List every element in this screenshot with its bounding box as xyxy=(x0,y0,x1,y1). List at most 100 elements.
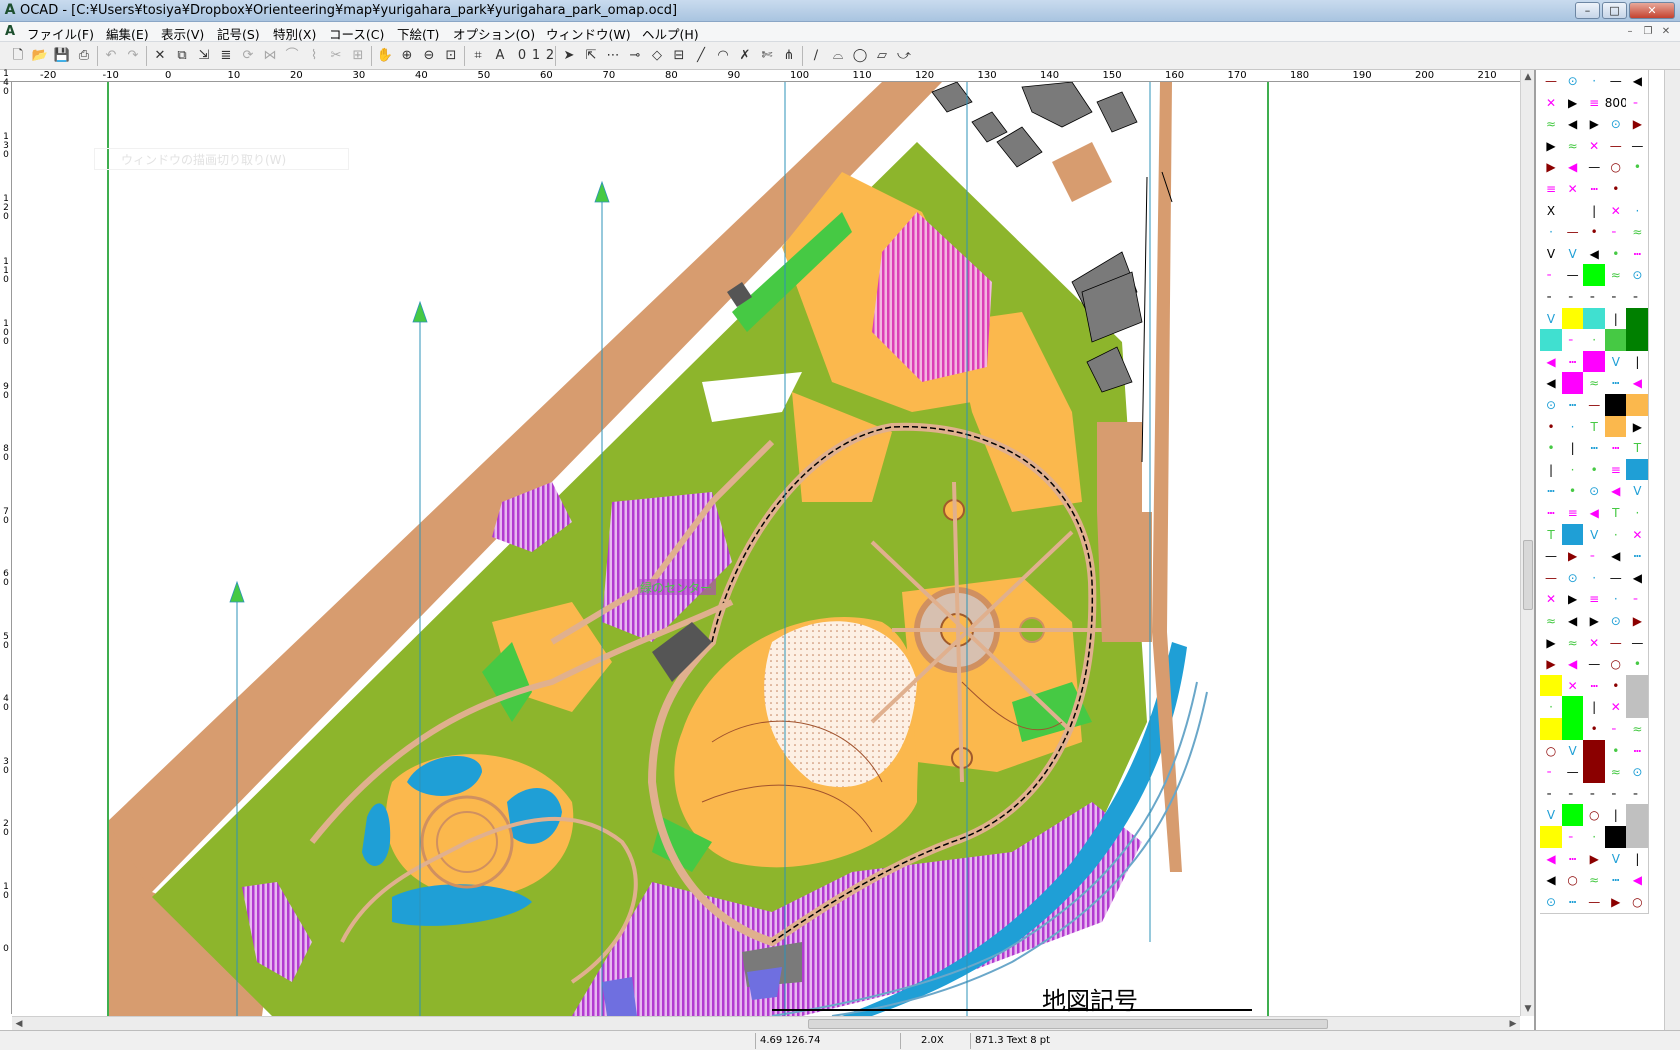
doc-restore-button[interactable]: ❐ xyxy=(1640,25,1656,39)
horizontal-scroll-thumb[interactable] xyxy=(808,1019,1328,1029)
symbol-button[interactable]: · xyxy=(1583,70,1607,93)
scroll-right-icon[interactable]: ▶ xyxy=(1506,1017,1520,1031)
symbol-button[interactable]: ▶ xyxy=(1583,610,1607,633)
symbol-button[interactable]: | xyxy=(1626,350,1650,374)
duplicate-icon[interactable]: ⧉ xyxy=(172,46,192,66)
symbol-button[interactable]: V xyxy=(1604,350,1628,374)
symbol-button[interactable]: ◀ xyxy=(1583,242,1607,266)
symbol-button[interactable]: · xyxy=(1583,329,1607,353)
symbol-button[interactable]: ≈ xyxy=(1583,372,1607,396)
symbol-button[interactable]: — xyxy=(1540,545,1563,569)
map-canvas[interactable]: 緑のセンター ウィンドウの描画切り取り(W) 地図記号 xyxy=(12,82,1520,1016)
symbol-button[interactable]: ✕ xyxy=(1583,134,1607,158)
symbol-button[interactable] xyxy=(1583,307,1607,331)
symbol-button[interactable]: ✕ xyxy=(1561,178,1585,201)
symbol-button[interactable]: ┅ xyxy=(1583,437,1607,461)
vertical-scrollbar[interactable]: ▲ ▼ xyxy=(1520,70,1534,1016)
symbol-button[interactable]: — xyxy=(1583,890,1607,914)
symbol-button[interactable]: ╴ xyxy=(1604,286,1628,309)
symbol-button[interactable] xyxy=(1626,804,1650,828)
symbol-button[interactable]: · xyxy=(1583,566,1607,590)
symbol-button[interactable]: ╴ xyxy=(1583,782,1607,806)
symbol-button[interactable]: ▶ xyxy=(1604,890,1628,914)
symbol-button[interactable]: · xyxy=(1604,523,1628,547)
symbol-button[interactable]: • xyxy=(1540,437,1563,461)
symbol-button[interactable] xyxy=(1626,329,1650,353)
symbol-button[interactable]: — xyxy=(1604,134,1628,158)
symbol-button[interactable]: ⊙ xyxy=(1540,394,1563,417)
reshape-icon[interactable]: ⌇ xyxy=(304,46,324,66)
minimize-button[interactable]: – xyxy=(1575,2,1600,19)
split-icon[interactable]: ⋔ xyxy=(779,46,799,66)
horizontal-scrollbar[interactable]: ◀ ▶ xyxy=(12,1016,1520,1030)
symbol-button[interactable]: ⊙ xyxy=(1540,890,1563,914)
symbol-button[interactable]: — xyxy=(1561,761,1585,785)
symbol-button[interactable]: ◀ xyxy=(1604,545,1628,569)
symbol-button[interactable]: — xyxy=(1583,653,1607,677)
symbol-button[interactable]: — xyxy=(1583,394,1607,417)
symbol-button[interactable]: V xyxy=(1561,739,1585,763)
menu-edit[interactable]: 編集(E) xyxy=(106,24,149,43)
symbol-button[interactable] xyxy=(1604,329,1628,353)
symbol-button[interactable]: ≈ xyxy=(1604,761,1628,785)
symbol-button[interactable] xyxy=(1540,674,1563,698)
symbol-button[interactable] xyxy=(1583,350,1607,374)
menu-course[interactable]: コース(C) xyxy=(329,24,384,43)
symbol-button[interactable]: ┅ xyxy=(1626,545,1650,569)
symbol-button[interactable]: ╴ xyxy=(1540,761,1563,785)
symbol-button[interactable] xyxy=(1626,307,1650,331)
symbol-button[interactable]: ≈ xyxy=(1604,264,1628,288)
symbol-button[interactable]: • xyxy=(1604,178,1628,201)
symbol-button[interactable]: ▶ xyxy=(1540,653,1563,677)
symbol-button[interactable]: ╴ xyxy=(1583,286,1607,309)
symbol-button[interactable]: V xyxy=(1540,804,1563,828)
zoom-out-icon[interactable]: ⊖ xyxy=(419,46,439,66)
symbol-button[interactable]: ▶ xyxy=(1626,113,1650,137)
cut-line-icon[interactable]: ⋈ xyxy=(260,46,280,66)
symbol-button[interactable]: ≡ xyxy=(1583,588,1607,612)
symbol-button[interactable] xyxy=(1626,458,1650,482)
zoom-in-icon[interactable]: ⊕ xyxy=(397,46,417,66)
redo-icon[interactable]: ↷ xyxy=(123,46,143,66)
symbol-button[interactable]: T xyxy=(1540,523,1563,547)
symbol-button[interactable]: ╴ xyxy=(1626,91,1650,115)
symbol-button[interactable]: T xyxy=(1583,415,1607,439)
vertex-icon[interactable]: ⋯ xyxy=(603,46,623,66)
symbol-button[interactable]: ╴ xyxy=(1604,718,1628,741)
symbol-button[interactable]: · xyxy=(1540,221,1563,245)
symbol-button[interactable]: | xyxy=(1583,696,1607,720)
symbol-button[interactable]: • xyxy=(1583,221,1607,245)
dash-vertex-icon[interactable]: ⊟ xyxy=(669,46,689,66)
menu-window[interactable]: ウィンドウ(W) xyxy=(546,24,631,43)
symbol-button[interactable]: X xyxy=(1540,199,1563,223)
symbol-button[interactable]: ○ xyxy=(1540,739,1563,763)
symbol-button[interactable]: · xyxy=(1561,415,1585,439)
symbol-button[interactable]: 800 xyxy=(1604,91,1628,115)
symbol-button[interactable] xyxy=(1561,804,1585,828)
symbol-button[interactable]: | xyxy=(1604,804,1628,828)
symbol-button[interactable]: ▶ xyxy=(1561,588,1585,612)
symbol-button[interactable]: — xyxy=(1626,134,1650,158)
symbol-button[interactable]: ≡ xyxy=(1604,458,1628,482)
symbol-button[interactable]: • xyxy=(1561,480,1585,504)
symbol-button[interactable]: ┅ xyxy=(1561,890,1585,914)
symbol-button[interactable]: ○ xyxy=(1583,804,1607,828)
symbol-button[interactable] xyxy=(1540,718,1563,741)
symbol-button[interactable]: ◀ xyxy=(1540,372,1563,396)
symbol-button[interactable]: ◀ xyxy=(1604,480,1628,504)
symbol-button[interactable]: ▶ xyxy=(1540,156,1563,180)
symbol-button[interactable]: ≡ xyxy=(1561,502,1585,525)
symbol-button[interactable]: • xyxy=(1540,415,1563,439)
symbol-button[interactable]: • xyxy=(1604,739,1628,763)
symbol-button[interactable]: ╴ xyxy=(1540,782,1563,806)
symbol-button[interactable]: ╴ xyxy=(1540,286,1563,309)
symbol-button[interactable]: ▶ xyxy=(1540,631,1563,655)
symbol-button[interactable]: — xyxy=(1561,221,1585,245)
doc-minimize-button[interactable]: – xyxy=(1622,25,1638,39)
symbol-button[interactable]: · xyxy=(1626,199,1650,223)
symbol-button[interactable]: ▶ xyxy=(1561,545,1585,569)
symbol-button[interactable]: ╴ xyxy=(1604,782,1628,806)
symbol-button[interactable] xyxy=(1604,394,1628,417)
symbol-button[interactable] xyxy=(1561,718,1585,741)
symbol-button[interactable]: ▶ xyxy=(1540,134,1563,158)
